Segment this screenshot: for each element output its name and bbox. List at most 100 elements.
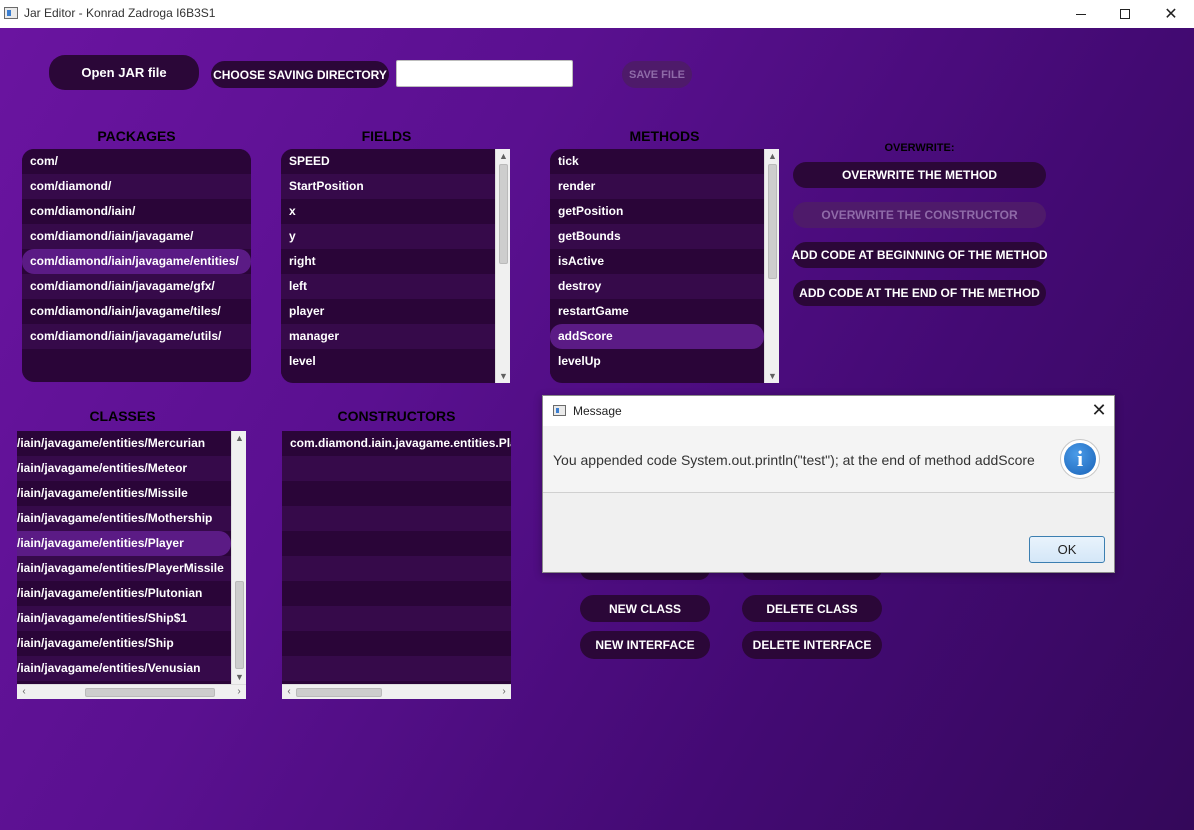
dialog-title: Message (573, 404, 622, 418)
list-item[interactable]: x (281, 199, 495, 224)
list-item-empty (282, 456, 511, 481)
new-class-button[interactable]: NEW CLASS (580, 595, 710, 622)
scroll-thumb[interactable] (499, 164, 508, 264)
list-item[interactable]: level (281, 349, 495, 374)
list-item[interactable]: /iain/javagame/entities/Meteor (17, 456, 231, 481)
scroll-down-icon[interactable]: ▼ (496, 369, 511, 383)
scroll-thumb[interactable] (768, 164, 777, 279)
fields-list: SPEED StartPosition x y right left playe… (281, 149, 495, 383)
message-dialog: Message ✕ You appended code System.out.p… (542, 395, 1115, 573)
list-item[interactable]: player (281, 299, 495, 324)
list-item[interactable]: com/diamond/iain/ (22, 199, 251, 224)
list-item-empty (282, 506, 511, 531)
list-item[interactable]: /iain/javagame/entities/Mothership (17, 506, 231, 531)
scroll-right-icon[interactable]: › (232, 685, 246, 700)
list-item[interactable]: destroy (550, 274, 764, 299)
overwrite-method-button[interactable]: OVERWRITE THE METHOD (793, 162, 1046, 188)
list-item-empty (282, 631, 511, 656)
info-icon: i (1060, 439, 1100, 479)
list-item[interactable]: com/diamond/iain/javagame/utils/ (22, 324, 251, 349)
classes-heading: CLASSES (89, 408, 156, 424)
scroll-down-icon[interactable]: ▼ (232, 670, 247, 684)
list-item[interactable]: manager (281, 324, 495, 349)
scroll-down-icon[interactable]: ▼ (765, 369, 780, 383)
overwrite-heading: OVERWRITE: (884, 142, 955, 154)
packages-heading: PACKAGES (97, 128, 176, 144)
delete-interface-button[interactable]: DELETE INTERFACE (742, 631, 882, 659)
open-jar-button[interactable]: Open JAR file (49, 55, 199, 90)
methods-heading: METHODS (629, 128, 700, 144)
constructors-hscrollbar[interactable]: ‹ › (282, 684, 511, 699)
list-item[interactable]: levelUp (550, 349, 764, 374)
delete-class-button[interactable]: DELETE CLASS (742, 595, 882, 622)
list-item[interactable]: StartPosition (281, 174, 495, 199)
dialog-close-icon[interactable]: ✕ (1089, 400, 1109, 420)
fields-scrollbar[interactable]: ▲ ▼ (495, 149, 510, 383)
list-item-selected[interactable]: /iain/javagame/entities/Player (17, 531, 231, 556)
classes-hscrollbar[interactable]: ‹ › (17, 684, 246, 699)
scroll-thumb[interactable] (85, 688, 215, 697)
methods-scrollbar[interactable]: ▲ ▼ (764, 149, 779, 383)
list-item[interactable]: com/ (22, 149, 251, 174)
list-item[interactable]: /iain/javagame/entities/Ship$1 (17, 606, 231, 631)
list-item-empty (282, 656, 511, 681)
list-item[interactable]: /iain/javagame/entities/Venusian (17, 656, 231, 681)
list-item[interactable]: com/diamond/iain/javagame/gfx/ (22, 274, 251, 299)
list-item[interactable]: getBounds (550, 224, 764, 249)
list-item-selected[interactable]: addScore (550, 324, 764, 349)
minimize-button[interactable] (1058, 0, 1104, 28)
list-item[interactable]: com/diamond/ (22, 174, 251, 199)
scroll-up-icon[interactable]: ▲ (232, 431, 247, 445)
scroll-thumb[interactable] (296, 688, 382, 697)
list-item[interactable]: right (281, 249, 495, 274)
list-item-empty (282, 531, 511, 556)
scroll-thumb[interactable] (235, 581, 244, 669)
ok-button[interactable]: OK (1029, 536, 1105, 563)
add-code-end-button[interactable]: ADD CODE AT THE END OF THE METHOD (793, 280, 1046, 306)
list-item[interactable]: tick (550, 149, 764, 174)
add-code-beginning-button[interactable]: ADD CODE AT BEGINNING OF THE METHOD (792, 242, 1048, 268)
list-item-empty (282, 481, 511, 506)
list-item-empty (282, 581, 511, 606)
save-file-button[interactable]: SAVE FILE (622, 61, 692, 88)
dialog-message: You appended code System.out.println("te… (553, 452, 1035, 468)
list-item[interactable]: com/diamond/iain/javagame/ (22, 224, 251, 249)
list-item-selected[interactable]: com/diamond/iain/javagame/entities/ (22, 249, 251, 274)
maximize-button[interactable] (1102, 0, 1148, 28)
list-item[interactable]: /iain/javagame/entities/Ship (17, 631, 231, 656)
list-item[interactable]: restartGame (550, 299, 764, 324)
fields-heading: FIELDS (361, 128, 412, 144)
window-titlebar: Jar Editor - Konrad Zadroga I6B3S1 ✕ (0, 0, 1194, 28)
scroll-left-icon[interactable]: ‹ (282, 685, 296, 700)
list-item[interactable]: com.diamond.iain.javagame.entities.Play (282, 431, 511, 456)
choose-directory-button[interactable]: CHOOSE SAVING DIRECTORY (211, 61, 389, 88)
new-interface-button[interactable]: NEW INTERFACE (580, 631, 710, 659)
scroll-up-icon[interactable]: ▲ (496, 149, 511, 163)
constructors-list: com.diamond.iain.javagame.entities.Play (282, 431, 511, 684)
list-item[interactable]: render (550, 174, 764, 199)
list-item[interactable]: /iain/javagame/entities/Plutonian (17, 581, 231, 606)
methods-list: tick render getPosition getBounds isActi… (550, 149, 764, 383)
list-item[interactable]: getPosition (550, 199, 764, 224)
list-item[interactable]: left (281, 274, 495, 299)
dialog-app-icon (553, 405, 566, 416)
close-icon: ✕ (1164, 6, 1178, 23)
close-button[interactable]: ✕ (1148, 0, 1194, 28)
window-title: Jar Editor - Konrad Zadroga I6B3S1 (24, 6, 216, 20)
list-item[interactable]: com/diamond/iain/javagame/tiles/ (22, 299, 251, 324)
list-item[interactable]: /iain/javagame/entities/PlayerMissile (17, 556, 231, 581)
dialog-titlebar: Message ✕ (543, 396, 1114, 426)
list-item[interactable]: isActive (550, 249, 764, 274)
dialog-message-area: You appended code System.out.println("te… (543, 426, 1114, 493)
list-item[interactable]: /iain/javagame/entities/Missile (17, 481, 231, 506)
overwrite-constructor-button[interactable]: OVERWRITE THE CONSTRUCTOR (793, 202, 1046, 228)
classes-vscrollbar[interactable]: ▲ ▼ (231, 431, 246, 684)
scroll-right-icon[interactable]: › (497, 685, 511, 700)
scroll-up-icon[interactable]: ▲ (765, 149, 780, 163)
constructors-heading: CONSTRUCTORS (337, 408, 456, 424)
list-item[interactable]: /iain/javagame/entities/Mercurian (17, 431, 231, 456)
saving-directory-input[interactable] (396, 60, 573, 87)
list-item[interactable]: y (281, 224, 495, 249)
list-item[interactable]: SPEED (281, 149, 495, 174)
scroll-left-icon[interactable]: ‹ (17, 685, 31, 700)
